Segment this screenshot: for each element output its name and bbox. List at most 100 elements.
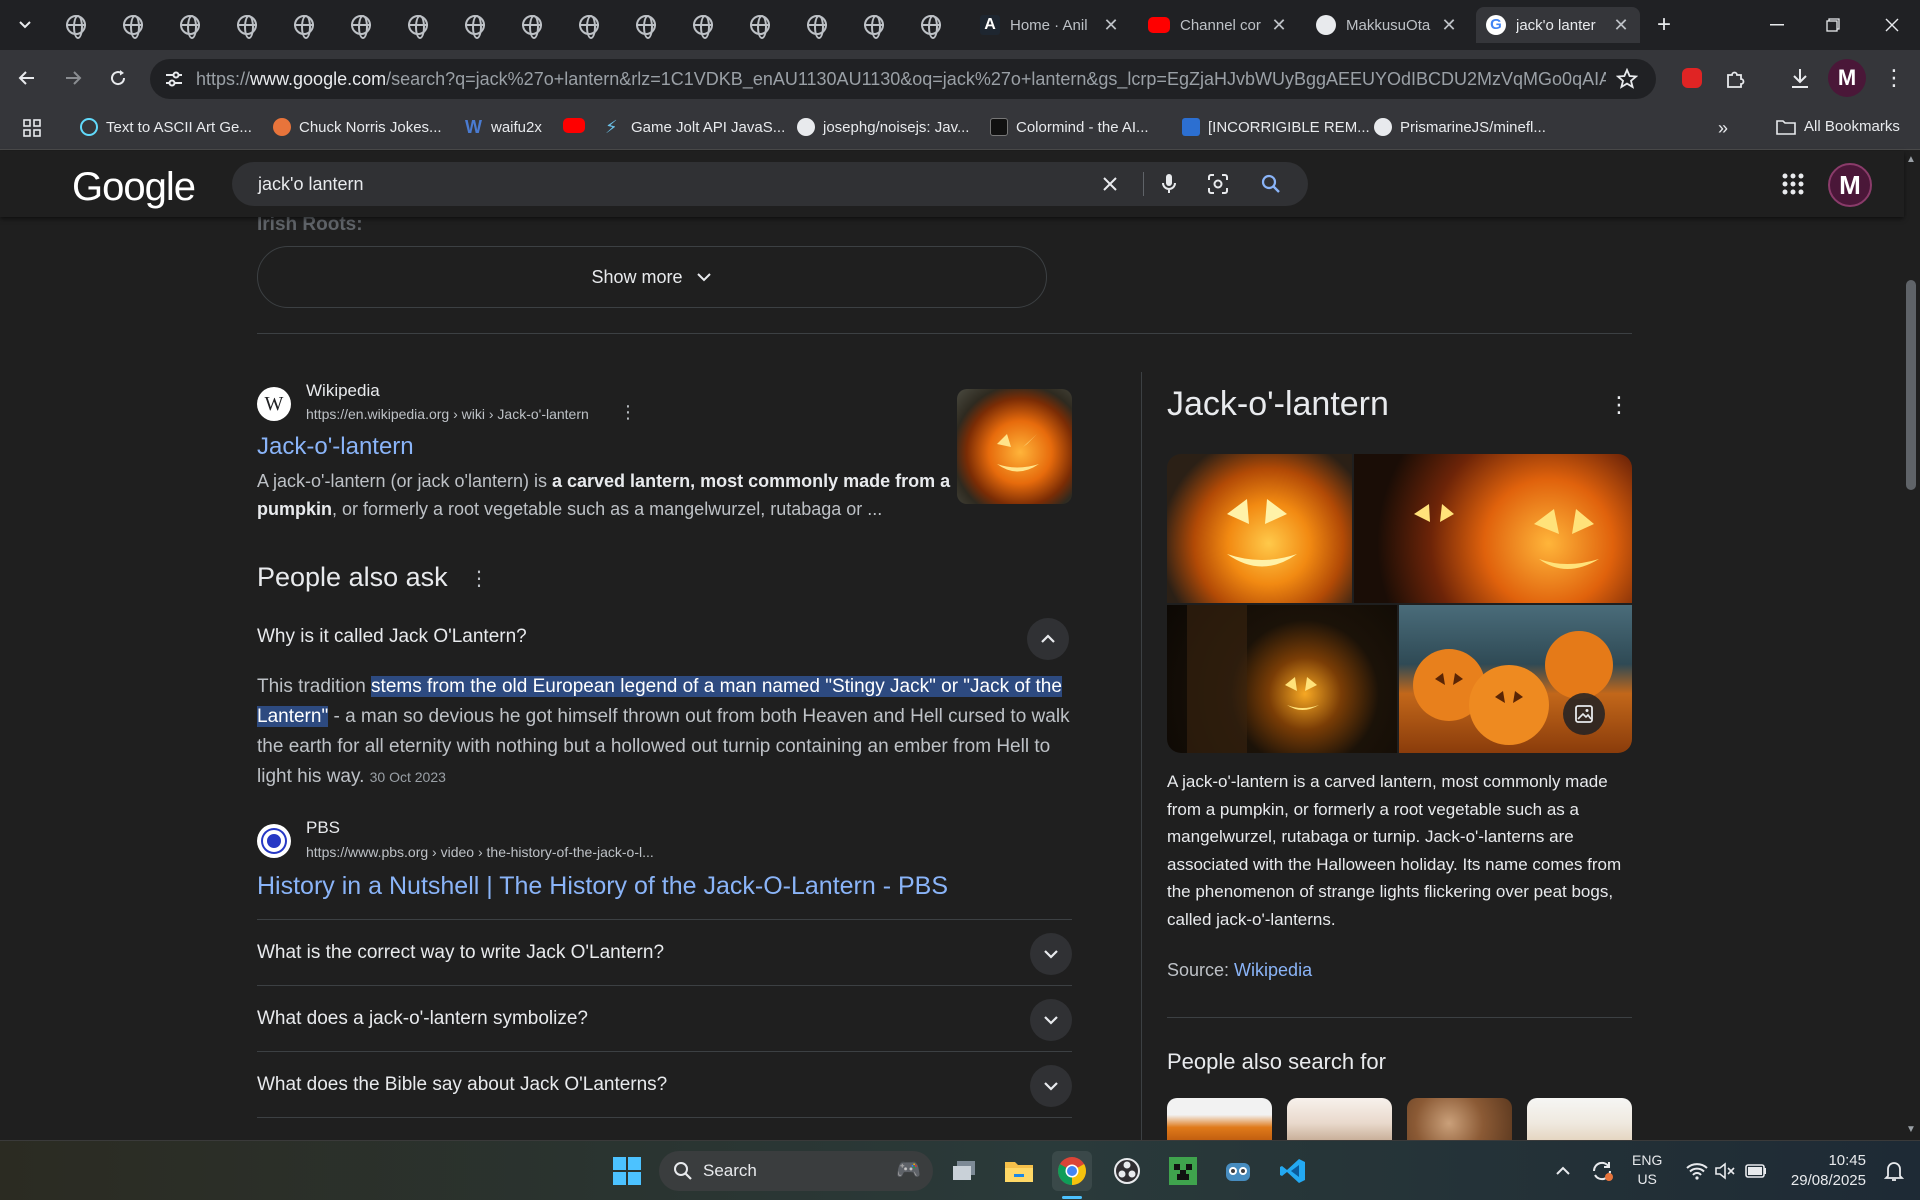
source-site-name[interactable]: PBS (306, 818, 340, 838)
pinned-tab[interactable] (791, 8, 843, 42)
clear-search-icon[interactable] (1098, 172, 1122, 196)
kp-image-pumpkin-carved[interactable] (1399, 605, 1632, 753)
search-input[interactable]: jack'o lantern (232, 162, 1308, 206)
pinned-tab[interactable] (734, 8, 786, 42)
all-bookmarks-button[interactable]: All Bookmarks (1776, 118, 1900, 135)
clock[interactable]: 10:45 29/08/2025 (1786, 1151, 1866, 1191)
pinned-tab[interactable] (278, 8, 330, 42)
kp-image-pumpkin-tree[interactable] (1167, 605, 1397, 753)
bookmark-item[interactable]: josephg/noisejs: Jav... (797, 118, 969, 136)
result-title-link[interactable]: Jack-o'-lantern (257, 433, 414, 461)
pinned-tab[interactable] (563, 8, 615, 42)
result-thumbnail-pumpkin[interactable] (957, 389, 1072, 504)
obs-taskbar-button[interactable] (1107, 1151, 1147, 1191)
bookmark-item[interactable]: [INCORRIGIBLE REM... (1182, 118, 1370, 136)
source-title-link[interactable]: History in a Nutshell | The History of t… (257, 872, 948, 901)
notifications-bell-icon[interactable] (1874, 1151, 1914, 1191)
related-search-card[interactable] (1407, 1098, 1512, 1140)
pinned-tab[interactable] (620, 8, 672, 42)
site-info-icon[interactable] (164, 70, 184, 93)
related-search-card[interactable] (1527, 1098, 1632, 1140)
kp-more-options-icon[interactable]: ⋮ (1608, 392, 1630, 418)
paa-question-item[interactable]: What is the correct way to write Jack O'… (257, 920, 1072, 986)
pinned-tab[interactable] (164, 8, 216, 42)
godot-taskbar-button[interactable] (1218, 1151, 1258, 1191)
expand-question-button[interactable] (1030, 1065, 1072, 1107)
new-tab-button[interactable]: + (1638, 8, 1690, 42)
show-more-button[interactable]: Show more (257, 246, 1047, 308)
google-account-avatar[interactable]: M (1828, 163, 1872, 207)
pinned-tab[interactable] (107, 8, 159, 42)
kp-image-pumpkin-group[interactable] (1354, 454, 1632, 603)
pinned-tab[interactable] (905, 8, 957, 42)
battery-icon[interactable] (1736, 1151, 1776, 1191)
vscode-taskbar-button[interactable] (1273, 1151, 1313, 1191)
bookmark-star-icon[interactable] (1615, 67, 1639, 95)
pinned-tab[interactable] (392, 8, 444, 42)
tab-google-active[interactable]: G jack'o lanter ✕ (1476, 7, 1640, 43)
restore-button[interactable] (1805, 0, 1861, 50)
close-tab-icon[interactable]: ✕ (1612, 15, 1630, 36)
taskbar-search[interactable]: Search 🎮 (659, 1151, 933, 1191)
downloads-icon[interactable] (1784, 62, 1816, 94)
paa-question-item[interactable]: What does a jack-o'-lantern symbolize? (257, 986, 1072, 1052)
paa-question-open[interactable]: Why is it called Jack O'Lantern? (257, 626, 527, 648)
pinned-tab[interactable] (677, 8, 729, 42)
source-url[interactable]: https://www.pbs.org › video › the-histor… (306, 844, 654, 860)
bookmark-item[interactable]: Text to ASCII Art Ge... (80, 118, 252, 136)
paa-more-options-icon[interactable]: ⋮ (469, 566, 489, 591)
voice-search-icon[interactable] (1157, 172, 1181, 196)
scroll-down-arrow-icon[interactable]: ▼ (1906, 1124, 1916, 1135)
forward-button[interactable] (57, 62, 89, 94)
google-apps-icon[interactable] (1782, 173, 1804, 200)
bookmark-item[interactable]: Wwaifu2x (465, 118, 542, 136)
chrome-taskbar-button[interactable] (1052, 1151, 1092, 1191)
back-button[interactable] (11, 62, 43, 94)
url-text[interactable]: https://www.google.com/search?q=jack%27o… (196, 69, 1606, 90)
extension-adblock-icon[interactable] (1676, 62, 1708, 94)
kp-source-link[interactable]: Wikipedia (1234, 960, 1312, 980)
paa-question-item[interactable]: What does the Bible say about Jack O'Lan… (257, 1052, 1072, 1118)
scroll-up-arrow-icon[interactable]: ▲ (1906, 154, 1916, 165)
kp-image-pumpkin-1[interactable] (1167, 454, 1352, 603)
bookmark-youtube[interactable] (563, 118, 593, 133)
tab-search-button[interactable] (0, 8, 50, 42)
bookmark-item[interactable]: Chuck Norris Jokes... (273, 118, 442, 136)
expand-question-button[interactable] (1030, 999, 1072, 1041)
close-tab-icon[interactable]: ✕ (1102, 15, 1120, 36)
profile-avatar[interactable]: M (1828, 59, 1866, 97)
extensions-puzzle-icon[interactable] (1720, 62, 1752, 94)
paa-collapse-button[interactable] (1027, 618, 1069, 660)
related-search-card[interactable] (1167, 1098, 1272, 1140)
minimize-button[interactable] (1749, 0, 1805, 50)
close-window-button[interactable] (1864, 0, 1920, 50)
bookmark-item[interactable]: ⚡ Game Jolt API JavaS... (605, 118, 785, 136)
apps-grid-icon[interactable] (22, 118, 42, 138)
pinned-tab[interactable] (848, 8, 900, 42)
chrome-menu-icon[interactable]: ⋮ (1878, 62, 1910, 94)
pinned-tab[interactable] (221, 8, 273, 42)
language-indicator[interactable]: ENG US (1632, 1151, 1662, 1189)
address-bar[interactable]: https://www.google.com/search?q=jack%27o… (150, 59, 1656, 99)
show-hidden-icons-chevron-icon[interactable] (1543, 1151, 1583, 1191)
search-query[interactable]: jack'o lantern (258, 174, 364, 195)
close-tab-icon[interactable]: ✕ (1440, 15, 1458, 36)
google-logo[interactable]: Google (72, 165, 196, 210)
tab-anilist[interactable]: A Home · Anil ✕ (970, 7, 1130, 43)
more-images-icon[interactable] (1563, 693, 1605, 735)
pinned-tab[interactable] (50, 8, 102, 42)
pinned-tab[interactable] (449, 8, 501, 42)
file-explorer-button[interactable] (999, 1151, 1039, 1191)
tab-github[interactable]: MakkusuOta ✕ (1306, 7, 1468, 43)
more-bookmarks-chevron-icon[interactable]: » (1718, 118, 1728, 139)
task-view-button[interactable] (944, 1151, 984, 1191)
start-button[interactable] (607, 1151, 647, 1191)
related-search-card[interactable] (1287, 1098, 1392, 1140)
pinned-tab[interactable] (335, 8, 387, 42)
close-tab-icon[interactable]: ✕ (1270, 15, 1288, 36)
result-more-options-icon[interactable]: ⋮ (619, 402, 637, 423)
expand-question-button[interactable] (1030, 933, 1072, 975)
lens-search-icon[interactable] (1206, 172, 1230, 196)
bookmark-item[interactable]: PrismarineJS/minefl... (1374, 118, 1546, 136)
minecraft-taskbar-button[interactable] (1163, 1151, 1203, 1191)
